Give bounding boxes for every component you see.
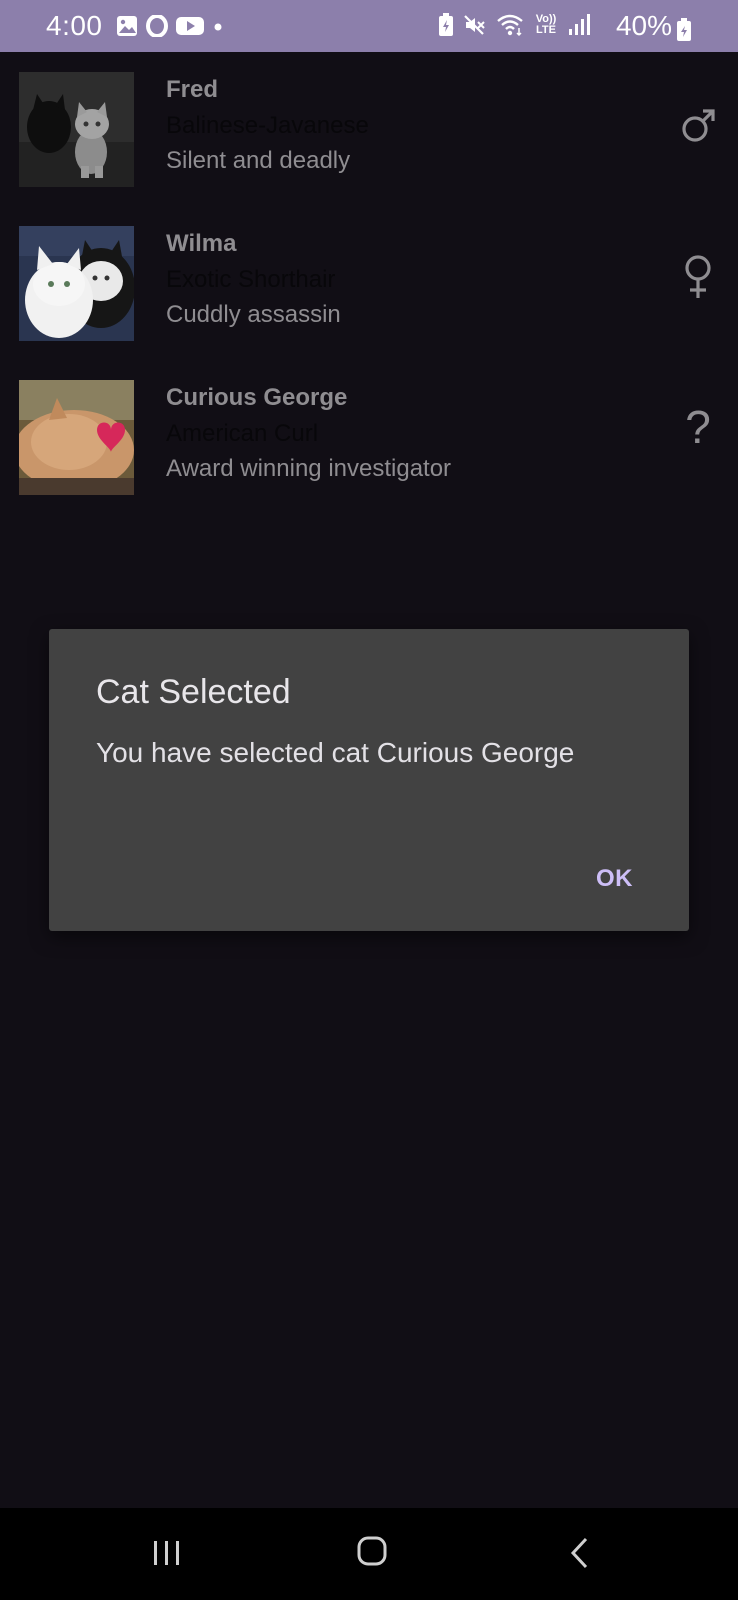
signal-icon (569, 14, 590, 35)
recent-apps-icon[interactable] (150, 1536, 184, 1570)
status-time: 4:00 (46, 10, 103, 41)
opera-icon (146, 15, 168, 37)
wifi-icon (497, 14, 523, 37)
home-icon[interactable] (356, 1535, 388, 1567)
back-icon[interactable] (568, 1536, 592, 1570)
image-icon (117, 16, 137, 36)
notification-icons (116, 15, 224, 37)
status-bar: 4:00 Vo)) LTE 40% (0, 0, 738, 52)
system-icons: Vo)) LTE (438, 13, 590, 37)
volte-icon: Vo)) LTE (535, 13, 557, 36)
app-screen: 4:00 Vo)) LTE 40% Fred Balinese-Javanese… (0, 0, 738, 1600)
navigation-bar (0, 1508, 738, 1600)
battery-icon (677, 18, 691, 41)
youtube-icon (176, 17, 204, 35)
dialog-message: You have selected cat Curious George (96, 737, 575, 768)
mute-icon (464, 15, 485, 35)
dialog-title: Cat Selected (96, 673, 291, 711)
dot-icon (214, 23, 222, 31)
battery-saver-icon (439, 13, 453, 36)
ok-button[interactable]: OK (596, 865, 633, 893)
alert-dialog: Cat Selected You have selected cat Curio… (49, 629, 689, 931)
battery-percent: 40% (615, 10, 672, 41)
